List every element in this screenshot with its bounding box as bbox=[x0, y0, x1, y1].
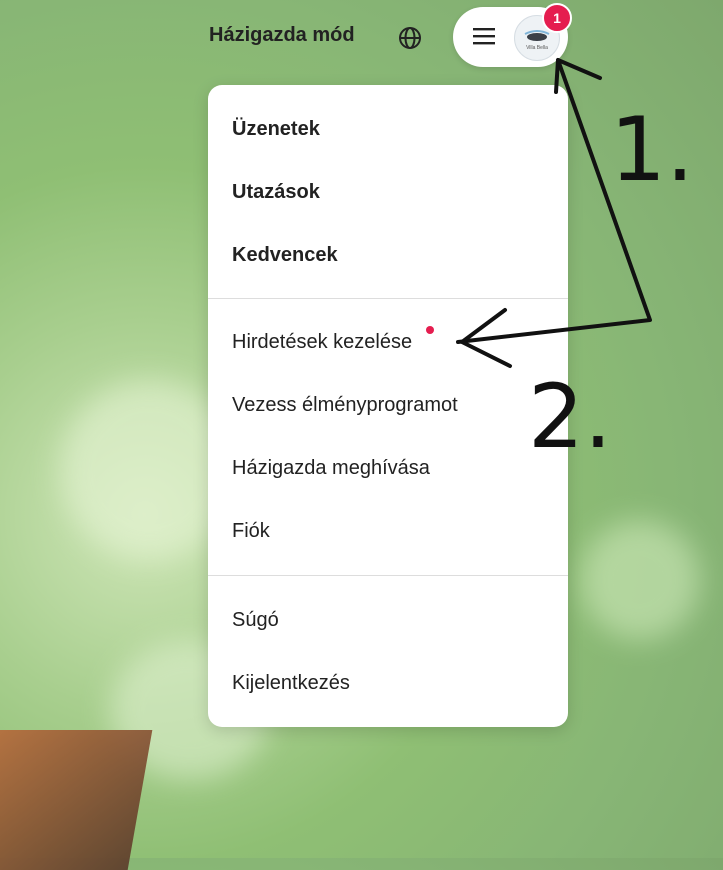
annotation-step-2: 2. bbox=[528, 365, 612, 468]
annotation-step-1: 1. bbox=[610, 98, 694, 201]
